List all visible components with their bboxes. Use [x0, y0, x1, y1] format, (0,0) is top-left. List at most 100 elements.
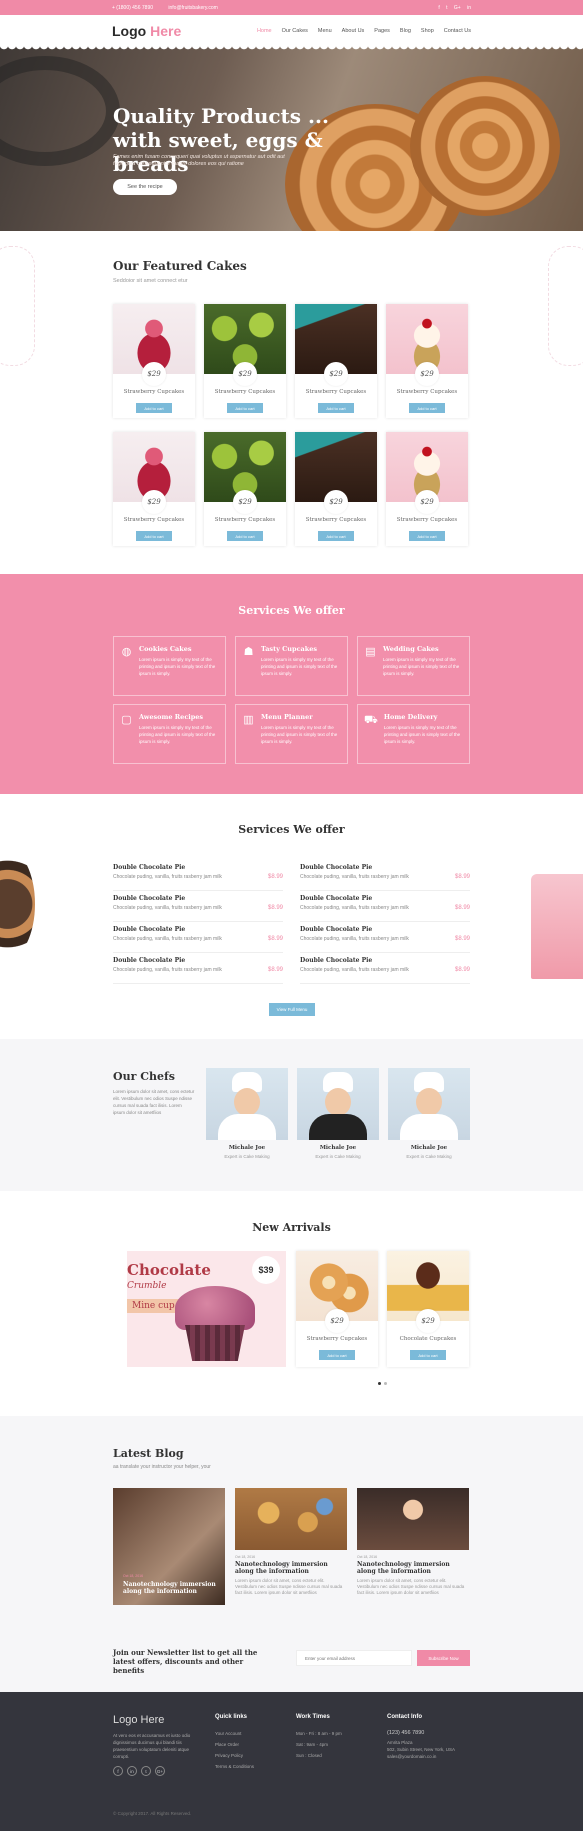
facebook-icon[interactable]: f: [113, 1766, 123, 1776]
blog-image[interactable]: [235, 1488, 347, 1550]
product-card[interactable]: $29 Strawberry Cupcakes Add to cart: [113, 432, 195, 546]
add-to-cart-button[interactable]: Add to cart: [410, 1350, 446, 1360]
footer-link-order[interactable]: Place Order: [215, 1739, 254, 1750]
chef-card[interactable]: Michale Joe Expert in Cake Making: [206, 1068, 288, 1159]
product-card[interactable]: $29 Strawberry Cupcakes Add to cart: [386, 304, 468, 418]
footer-link-terms[interactable]: Terms & Conditions: [215, 1761, 254, 1772]
blog-card-featured[interactable]: Oct 18, 2016 Nanotechnology immersion alo…: [113, 1488, 225, 1605]
logo[interactable]: Logo Here: [112, 23, 181, 39]
menu-item[interactable]: Double Chocolate Pie Chocolate puding, va…: [113, 891, 283, 922]
product-name[interactable]: Strawberry Cupcakes: [295, 517, 377, 523]
service-card[interactable]: ▤ Wedding Cakes Lorem ipsum is simply my t…: [357, 636, 470, 696]
menu-item[interactable]: Double Chocolate Pie Chocolate puding, va…: [300, 953, 470, 984]
menu-item-name: Double Chocolate Pie: [113, 957, 186, 964]
menu-item[interactable]: Double Chocolate Pie Chocolate puding, va…: [113, 922, 283, 953]
linkedin-icon[interactable]: in: [127, 1766, 137, 1776]
product-name[interactable]: Strawberry Cupcakes: [113, 517, 195, 523]
service-text: Lorem ipsum is simply my text of the pri…: [261, 725, 338, 744]
add-to-cart-button[interactable]: Add to cart: [409, 531, 445, 541]
nav-blog[interactable]: Blog: [400, 28, 411, 34]
product-name[interactable]: Strawberry Cupcakes: [295, 389, 377, 395]
contact-email[interactable]: sales@yourdomain.co.in: [387, 1753, 472, 1760]
promo-banner[interactable]: Chocolate Crumble Mine cup $39: [127, 1251, 286, 1367]
add-to-cart-button[interactable]: Add to cart: [136, 403, 172, 413]
product-name[interactable]: Strawberry Cupcakes: [204, 389, 286, 395]
carousel-dot-active[interactable]: [378, 1382, 381, 1385]
arrival-name[interactable]: Chocolate Cupcakes: [387, 1336, 469, 1342]
blog-card[interactable]: Oct 18, 2016 Nanotechnology immersion alo…: [357, 1488, 469, 1605]
service-card[interactable]: ▥ Menu Planner Lorem ipsum is simply my te…: [235, 704, 348, 764]
add-to-cart-button[interactable]: Add to cart: [319, 1350, 355, 1360]
menu-item-price: $8.99: [267, 967, 283, 973]
product-name[interactable]: Strawberry Cupcakes: [113, 389, 195, 395]
view-full-menu-button[interactable]: View Full Menu: [269, 1003, 315, 1016]
product-card[interactable]: $29 Strawberry Cupcakes Add to cart: [113, 304, 195, 418]
linkedin-icon[interactable]: in: [467, 5, 471, 11]
arrival-card[interactable]: $29 Strawberry Cupcakes Add to cart: [296, 1251, 378, 1367]
menu-item[interactable]: Double Chocolate Pie Chocolate puding, va…: [300, 860, 470, 891]
add-to-cart-button[interactable]: Add to cart: [227, 403, 263, 413]
blog-title[interactable]: Nanotechnology immersion along the infor…: [123, 1581, 217, 1595]
service-card[interactable]: ⛟ Home Delivery Lorem ipsum is simply my t…: [357, 704, 470, 764]
menu-item[interactable]: Double Chocolate Pie Chocolate puding, va…: [300, 891, 470, 922]
menu-item-price: $8.99: [267, 905, 283, 911]
chef-card[interactable]: Michale Joe Expert in Cake Making: [297, 1068, 379, 1159]
blog-title[interactable]: Nanotechnology immersion along the infor…: [235, 1561, 347, 1575]
nav-about[interactable]: About Us: [342, 28, 365, 34]
add-to-cart-button[interactable]: Add to cart: [318, 403, 354, 413]
service-card[interactable]: ☗ Tasty Cupcakes Lorem ipsum is simply my …: [235, 636, 348, 696]
add-to-cart-button[interactable]: Add to cart: [318, 531, 354, 541]
nav-our-cakes[interactable]: Our Cakes: [282, 28, 308, 34]
menu-item[interactable]: Double Chocolate Pie Chocolate puding, va…: [300, 922, 470, 953]
nav-shop[interactable]: Shop: [421, 28, 434, 34]
product-card[interactable]: $29 Strawberry Cupcakes Add to cart: [204, 432, 286, 546]
chef-card[interactable]: Michale Joe Expert in Cake Making: [388, 1068, 470, 1159]
product-price: $29: [142, 362, 166, 386]
nav-menu[interactable]: Menu: [318, 28, 332, 34]
nav-home[interactable]: Home: [257, 28, 272, 34]
arrival-card[interactable]: $29 Chocolate Cupcakes Add to cart: [387, 1251, 469, 1367]
add-to-cart-button[interactable]: Add to cart: [227, 531, 263, 541]
google-plus-icon[interactable]: G+: [454, 5, 461, 11]
cupcake-frosting-image: [175, 1286, 255, 1330]
menu-item-price: $8.99: [454, 967, 470, 973]
menu-item[interactable]: Double Chocolate Pie Chocolate puding, va…: [113, 953, 283, 984]
product-name[interactable]: Strawberry Cupcakes: [204, 517, 286, 523]
product-card[interactable]: $29 Strawberry Cupcakes Add to cart: [295, 304, 377, 418]
service-icon: ⛟: [364, 714, 378, 726]
add-to-cart-button[interactable]: Add to cart: [409, 403, 445, 413]
arrival-name[interactable]: Strawberry Cupcakes: [296, 1336, 378, 1342]
email-link[interactable]: info@fruitsbakery.com: [168, 5, 217, 11]
menu-item[interactable]: Double Chocolate Pie Chocolate puding, va…: [113, 860, 283, 891]
twitter-icon[interactable]: t: [446, 5, 447, 11]
service-card[interactable]: ▢ Awesome Recipes Lorem ipsum is simply my…: [113, 704, 226, 764]
subscribe-button[interactable]: Subscribe Now: [417, 1650, 470, 1666]
blog-image[interactable]: [357, 1488, 469, 1550]
nav-contact[interactable]: Contact Us: [444, 28, 471, 34]
promo-line1: Chocolate: [127, 1261, 211, 1279]
service-card[interactable]: ◍ Cookies Cakes Lorem ipsum is simply my t…: [113, 636, 226, 696]
product-card[interactable]: $29 Strawberry Cupcakes Add to cart: [295, 432, 377, 546]
product-name[interactable]: Strawberry Cupcakes: [386, 389, 468, 395]
blog-card[interactable]: Oct 18, 2016 Nanotechnology immersion alo…: [235, 1488, 347, 1605]
twitter-icon[interactable]: t: [141, 1766, 151, 1776]
see-recipe-button[interactable]: See the recipe: [113, 179, 177, 195]
product-card[interactable]: $29 Strawberry Cupcakes Add to cart: [204, 304, 286, 418]
facebook-icon[interactable]: f: [438, 5, 439, 11]
product-card[interactable]: $29 Strawberry Cupcakes Add to cart: [386, 432, 468, 546]
carousel-dot[interactable]: [384, 1382, 387, 1385]
nav-pages[interactable]: Pages: [374, 28, 390, 34]
arrivals-title: New Arrivals: [252, 1221, 331, 1234]
promo-line2: Crumble: [127, 1281, 167, 1291]
blog-title[interactable]: Nanotechnology immersion along the infor…: [357, 1561, 469, 1575]
add-to-cart-button[interactable]: Add to cart: [136, 531, 172, 541]
footer-logo[interactable]: Logo Here: [113, 1714, 195, 1726]
footer-link-account[interactable]: Your Account: [215, 1728, 254, 1739]
google-plus-icon[interactable]: G+: [155, 1766, 165, 1776]
blog-date: Oct 18, 2016: [123, 1574, 144, 1578]
newsletter-email-input[interactable]: [296, 1650, 412, 1666]
hero-subtitle: Fames enim fusam consequeri quai voluptu…: [113, 154, 285, 167]
footer: Logo Here At vero eos et accusamus et iu…: [0, 1692, 583, 1831]
product-name[interactable]: Strawberry Cupcakes: [386, 517, 468, 523]
footer-link-privacy[interactable]: Privacy Policy: [215, 1750, 254, 1761]
